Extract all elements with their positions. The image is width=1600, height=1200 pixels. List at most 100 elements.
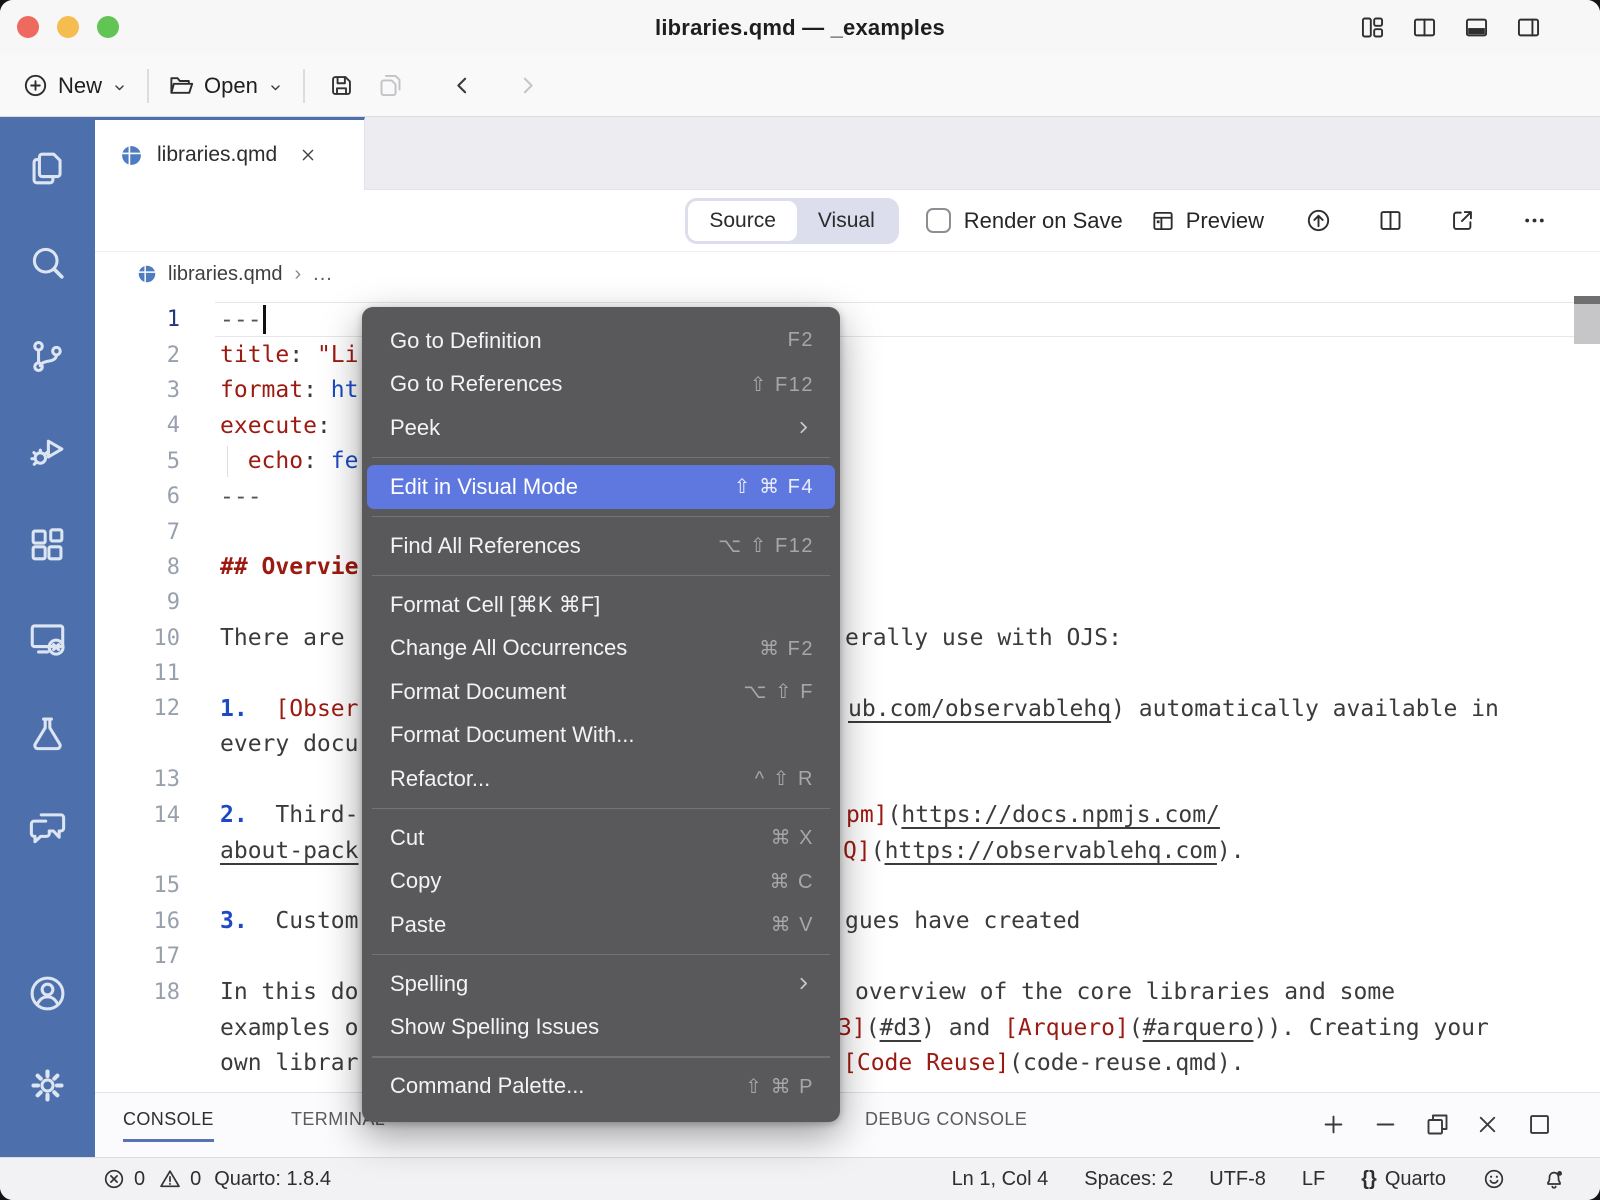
render-icon[interactable] [1305,207,1332,234]
code-line[interactable]: 11 [95,656,1600,691]
close-panel-icon[interactable] [1474,1111,1501,1138]
source-mode-button[interactable]: Source [688,201,797,241]
code-line[interactable]: 6--- [95,479,1600,514]
code-line[interactable]: 13 [95,762,1600,797]
code-line[interactable]: 142. Third-pm](https://docs.npmjs.com/ [95,797,1600,832]
menu-item-refactor[interactable]: Refactor...^ ⇧ R [367,757,835,801]
split-editor-layout-icon[interactable] [1411,14,1438,41]
code-text-continued: pm](https://docs.npmjs.com/ [846,797,1220,832]
menu-item-format-document[interactable]: Format Document⌥ ⇧ F [367,670,835,714]
menu-item-command-palette[interactable]: Command Palette...⇧ ⌘ P [367,1065,835,1109]
text-cursor [263,305,266,334]
more-actions-icon[interactable] [1521,207,1548,234]
code-line[interactable]: 8## Overvie [95,550,1600,585]
tab-libraries-qmd[interactable]: libraries.qmd [95,117,365,190]
menu-item-format-cell-k-f[interactable]: Format Cell [⌘K ⌘F] [367,583,835,627]
panel-tab-console[interactable]: CONSOLE [123,1109,214,1142]
menu-item-copy[interactable]: Copy⌘ C [367,860,835,904]
code-line[interactable]: 17 [95,939,1600,974]
code-editor[interactable]: 1---2title: "Li3format: ht4execute:5 ech… [95,296,1600,1092]
status-item-spaces-2[interactable]: Spaces: 2 [1084,1168,1173,1191]
status-item-0[interactable]: 0 [158,1167,201,1191]
menu-item-shortcut: ⌘ V [771,912,814,937]
editor-context-menu: Go to DefinitionF2Go to References⇧ F12P… [362,307,840,1122]
account-icon[interactable] [26,972,69,1015]
minus-icon[interactable] [1372,1111,1399,1138]
status-item[interactable] [1542,1167,1566,1191]
menu-item-format-document-with[interactable]: Format Document With... [367,714,835,758]
open-button[interactable]: Open [168,72,284,99]
status-item-utf-8[interactable]: UTF-8 [1209,1168,1266,1191]
code-token: ( [866,1015,880,1041]
settings-icon[interactable] [26,1064,69,1107]
forward-button[interactable] [515,73,540,98]
code-line[interactable]: 5 echo: fe [95,444,1600,479]
status-item[interactable] [1482,1167,1506,1191]
status-bar: 00 Quarto: 1.8.4 Ln 1, Col 4 Spaces: 2 UTF-… [0,1157,1600,1200]
split-editor-icon[interactable] [1377,207,1404,234]
run-debug-icon[interactable] [26,429,69,472]
menu-item-cut[interactable]: Cut⌘ X [367,816,835,860]
close-tab-icon[interactable] [298,145,318,165]
status-item-ln-1-col-4[interactable]: Ln 1, Col 4 [952,1168,1049,1191]
plus-icon[interactable] [1320,1111,1347,1138]
line-number: 12 [95,696,180,721]
panel-tab-debug-console[interactable]: DEBUG CONSOLE [865,1109,1027,1130]
editor-scrollbar[interactable] [1574,304,1600,344]
new-button[interactable]: New [22,72,128,99]
code-line[interactable]: 1--- [95,302,1600,337]
menu-item-peek[interactable]: Peek [367,406,835,450]
code-line[interactable]: 10There are erally use with OJS: [95,621,1600,656]
menu-item-paste[interactable]: Paste⌘ V [367,903,835,947]
code-line[interactable]: 3format: ht [95,373,1600,408]
code-line[interactable]: 18In this dooverview of the core librari… [95,974,1600,1009]
breadcrumb-more[interactable]: ... [313,263,333,286]
panel-layout-icon[interactable] [1463,14,1490,41]
preview-button[interactable]: Preview [1150,208,1264,234]
menu-item-edit-in-visual-mode[interactable]: Edit in Visual Mode⇧ ⌘ F4 [367,465,835,509]
status-item-quarto[interactable]: {}Quarto [1361,1168,1446,1191]
extensions-icon[interactable] [26,523,69,566]
menu-item-spelling[interactable]: Spelling [367,962,835,1006]
testing-icon[interactable] [26,711,69,754]
restore-panel-icon[interactable] [1424,1111,1451,1138]
code-line[interactable]: every docu [95,727,1600,762]
explorer-icon[interactable] [26,147,69,190]
code-line[interactable]: examples o3](#d3) and [Arquero](#arquero… [95,1010,1600,1045]
secondary-sidebar-icon[interactable] [1515,14,1542,41]
menu-item-show-spelling-issues[interactable]: Show Spelling Issues [367,1006,835,1050]
back-button[interactable] [450,73,475,98]
status-item-lf[interactable]: LF [1302,1168,1325,1191]
breadcrumb[interactable]: libraries.qmd › ... [95,252,1600,296]
maximize-panel-icon[interactable] [1526,1111,1553,1138]
code-line[interactable]: about-packQ](https://observablehq.com). [95,833,1600,868]
chat-icon[interactable] [26,805,69,848]
save-button[interactable] [328,72,355,99]
code-line[interactable]: 163. Customgues have created [95,904,1600,939]
code-line[interactable]: 121. [Obserub.com/observablehq) automati… [95,691,1600,726]
menu-item-change-all-occurrences[interactable]: Change All Occurrences⌘ F2 [367,627,835,671]
code-line[interactable]: 4execute: [95,408,1600,443]
console-session-icon[interactable] [26,617,69,660]
code-text-continued: erally use with OJS: [845,621,1122,656]
status-item-0[interactable]: 0 [102,1167,145,1191]
search-icon[interactable] [26,241,69,284]
code-line[interactable]: 2title: "Li [95,337,1600,372]
breadcrumb-file[interactable]: libraries.qmd [168,263,282,286]
customize-layout-icon[interactable] [1359,14,1386,41]
code-line[interactable]: 7 [95,514,1600,549]
code-line[interactable]: own librar[Code Reuse](code-reuse.qmd). [95,1045,1600,1080]
code-line[interactable]: 9 [95,585,1600,620]
status-item-quarto-1-8-4[interactable]: Quarto: 1.8.4 [214,1168,331,1191]
open-external-icon[interactable] [1449,207,1476,234]
source-control-icon[interactable] [26,335,69,378]
render-on-save-checkbox[interactable] [926,208,951,233]
code-token: https://observablehq.com [885,838,1217,864]
menu-item-go-to-definition[interactable]: Go to DefinitionF2 [367,319,835,363]
menu-item-go-to-references[interactable]: Go to References⇧ F12 [367,363,835,407]
menu-item-find-all-references[interactable]: Find All References⌥ ⇧ F12 [367,524,835,568]
visual-mode-button[interactable]: Visual [797,201,896,241]
save-all-button[interactable] [377,72,404,99]
code-text-continued: ub.com/observablehq) automatically avail… [848,691,1499,726]
code-line[interactable]: 15 [95,868,1600,903]
